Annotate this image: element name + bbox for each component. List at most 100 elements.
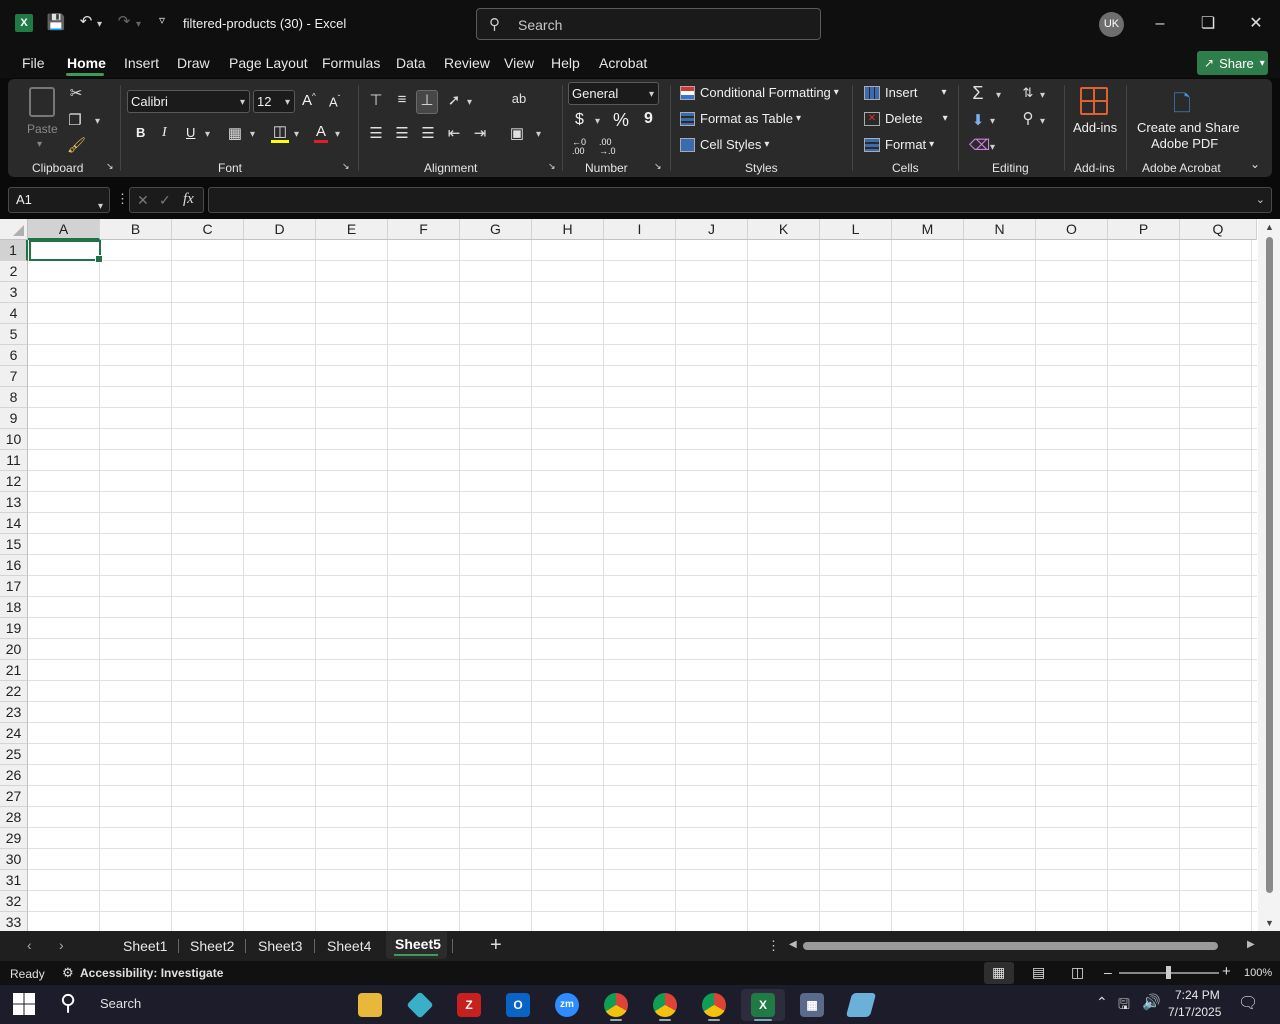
horizontal-scroll-thumb[interactable] (803, 942, 1218, 950)
paste-label[interactable]: Paste (27, 122, 58, 136)
taskbar-excel[interactable]: X (741, 989, 785, 1021)
normal-view-button[interactable]: ▦ (984, 962, 1014, 984)
number-format-select[interactable]: General ▾ (568, 82, 659, 105)
conditional-formatting-button[interactable]: Conditional Formatting ▾ (680, 85, 839, 100)
paste-icon[interactable] (29, 87, 55, 117)
taskbar-file-explorer[interactable] (350, 989, 390, 1021)
borders-icon[interactable]: ▦ (226, 124, 244, 142)
row-header[interactable]: 11 (0, 450, 28, 471)
wrap-text-icon[interactable]: ab (508, 91, 530, 106)
sort-filter-icon[interactable]: ⇅ (1018, 85, 1038, 101)
currency-icon[interactable]: $ (575, 111, 584, 129)
underline-dropdown-icon[interactable]: ▾ (205, 129, 210, 140)
cell-styles-button[interactable]: Cell Styles ▾ (680, 137, 769, 152)
font-name-select[interactable]: Calibri ▾ (127, 90, 250, 113)
network-icon[interactable]: 🖫 (1118, 994, 1130, 1018)
column-header[interactable]: G (460, 219, 532, 240)
selected-cell[interactable] (29, 240, 103, 263)
column-header[interactable]: Q (1180, 219, 1257, 240)
tab-page-layout[interactable]: Page Layout (229, 55, 308, 71)
align-top-icon[interactable]: ⊤ (367, 91, 385, 109)
align-middle-icon[interactable]: ≡ (393, 91, 411, 108)
row-header[interactable]: 12 (0, 471, 28, 492)
taskbar-chrome-1[interactable] (596, 989, 636, 1021)
column-header[interactable]: L (820, 219, 892, 240)
copy-icon[interactable]: ❐ (66, 111, 84, 129)
row-header[interactable]: 14 (0, 513, 28, 534)
show-hidden-icons-icon[interactable]: ⌃ (1096, 994, 1108, 1011)
add-ins-label[interactable]: Add-ins (1073, 120, 1117, 135)
sort-filter-dropdown-icon[interactable]: ▾ (1040, 90, 1045, 101)
scroll-up-icon[interactable]: ▲ (1265, 222, 1274, 232)
sheet-tab-3[interactable]: Sheet3 (258, 938, 302, 954)
currency-dropdown-icon[interactable]: ▾ (595, 116, 600, 127)
taskbar-outlook[interactable]: O (498, 989, 538, 1021)
row-header[interactable]: 8 (0, 387, 28, 408)
taskbar-chrome-2[interactable] (645, 989, 685, 1021)
format-as-table-button[interactable]: Format as Table ▾ (680, 111, 801, 126)
vertical-scroll-thumb[interactable] (1266, 237, 1273, 893)
vertical-scrollbar[interactable]: ▲ ▼ (1258, 219, 1280, 931)
tab-review[interactable]: Review (444, 55, 490, 71)
column-header[interactable]: H (532, 219, 604, 240)
row-header[interactable]: 28 (0, 807, 28, 828)
add-sheet-icon[interactable]: + (490, 934, 502, 957)
scroll-down-icon[interactable]: ▼ (1265, 918, 1274, 928)
tab-draw[interactable]: Draw (177, 55, 210, 71)
decrease-font-icon[interactable]: Aˇ (329, 94, 340, 109)
insert-function-icon[interactable]: fx (183, 191, 194, 208)
taskbar-notepad[interactable] (841, 989, 881, 1021)
column-header[interactable]: N (964, 219, 1036, 240)
row-header[interactable]: 25 (0, 744, 28, 765)
row-header[interactable]: 17 (0, 576, 28, 597)
column-header[interactable]: O (1036, 219, 1108, 240)
page-layout-view-icon[interactable]: ▤ (1032, 964, 1045, 981)
insert-cells-button[interactable]: Insert ▾ (864, 85, 947, 100)
row-header[interactable]: 19 (0, 618, 28, 639)
clock-time[interactable]: 7:24 PM (1175, 988, 1220, 1002)
row-header[interactable]: 32 (0, 891, 28, 912)
accessibility-status[interactable]: Accessibility: Investigate (80, 966, 223, 980)
decrease-indent-icon[interactable]: ⇤ (445, 124, 463, 142)
delete-cells-button[interactable]: ✕ Delete ▾ (864, 111, 948, 126)
tab-formulas[interactable]: Formulas (322, 55, 380, 71)
row-header[interactable]: 29 (0, 828, 28, 849)
scroll-right-icon[interactable]: ▶ (1247, 939, 1255, 950)
taskbar-zoom[interactable]: zm (547, 989, 587, 1021)
formula-input[interactable]: ⌄ (208, 187, 1272, 213)
taskbar-search-label[interactable]: Search (100, 996, 141, 1011)
row-header[interactable]: 23 (0, 702, 28, 723)
increase-indent-icon[interactable]: ⇥ (471, 124, 489, 142)
find-select-dropdown-icon[interactable]: ▾ (1040, 116, 1045, 127)
notifications-icon[interactable]: 🗨 (1238, 993, 1258, 1013)
tab-help[interactable]: Help (551, 55, 580, 71)
italic-icon[interactable]: I (162, 125, 167, 141)
zoom-level[interactable]: 100% (1244, 967, 1272, 979)
sheet-tab-1[interactable]: Sheet1 (123, 938, 167, 954)
alignment-launcher-icon[interactable]: ↘ (548, 161, 556, 172)
number-launcher-icon[interactable]: ↘ (654, 161, 662, 172)
add-ins-icon[interactable] (1080, 87, 1108, 115)
font-color-dropdown-icon[interactable]: ▾ (335, 129, 340, 140)
expand-formula-icon[interactable]: ⌄ (1256, 193, 1265, 206)
row-header[interactable]: 16 (0, 555, 28, 576)
fill-color-dropdown-icon[interactable]: ▾ (294, 129, 299, 140)
taskbar-chrome-3[interactable] (694, 989, 734, 1021)
comma-style-icon[interactable]: 9 (644, 110, 653, 128)
increase-decimal-icon[interactable]: ←0.00 (572, 138, 586, 156)
row-header[interactable]: 24 (0, 723, 28, 744)
row-header[interactable]: 18 (0, 597, 28, 618)
row-header[interactable]: 27 (0, 786, 28, 807)
tab-home[interactable]: Home (67, 55, 106, 71)
sheet-tab-4[interactable]: Sheet4 (327, 938, 371, 954)
prev-sheet-icon[interactable]: ‹ (27, 937, 32, 953)
row-header[interactable]: 1 (0, 240, 28, 261)
orientation-icon[interactable]: ➚ (445, 91, 463, 109)
zoom-out-icon[interactable]: – (1104, 964, 1112, 980)
zoom-slider-thumb[interactable] (1166, 966, 1171, 979)
create-share-label-2[interactable]: Adobe PDF (1151, 136, 1218, 151)
active-sheet-tab[interactable]: Sheet5 (386, 931, 447, 959)
save-icon[interactable]: 💾 (46, 13, 66, 31)
borders-dropdown-icon[interactable]: ▾ (250, 129, 255, 140)
row-header[interactable]: 5 (0, 324, 28, 345)
